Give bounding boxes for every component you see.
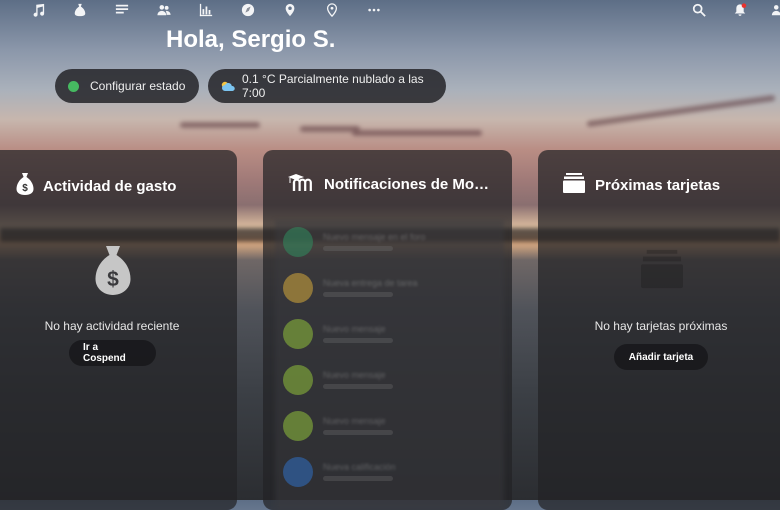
deck-empty-icon <box>639 248 685 295</box>
moodle-icon <box>287 172 315 197</box>
background-cloud <box>352 130 482 136</box>
list-item[interactable]: Nuevo mensaje en el foro <box>275 220 504 266</box>
notification-text: Nuevo mensaje en el foro <box>323 232 426 242</box>
empty-state-text: No hay actividad reciente <box>44 319 180 333</box>
notification-text: Nuevo mensaje <box>323 416 386 426</box>
avatar <box>283 457 313 487</box>
notification-subline <box>323 338 393 343</box>
notes-icon[interactable] <box>114 2 130 18</box>
notification-text: Nuevo mensaje <box>323 370 386 380</box>
list-item[interactable]: Nuevo mensaje <box>275 358 504 404</box>
notification-subline <box>323 246 393 251</box>
widget-header: $ Actividad de gasto <box>16 172 176 201</box>
notification-text: Nueva entrega de tarea <box>323 278 418 288</box>
notification-subline <box>323 384 393 389</box>
background-cloud <box>180 122 260 128</box>
partly-cloudy-icon <box>220 80 236 92</box>
background-cloud <box>586 94 776 128</box>
avatar <box>283 227 313 257</box>
svg-text:$: $ <box>22 183 28 194</box>
music-icon[interactable] <box>30 2 46 18</box>
widget-title: Actividad de gasto <box>43 178 177 195</box>
money-bag-icon[interactable] <box>72 2 88 18</box>
set-status-button[interactable]: Configurar estado <box>55 69 200 103</box>
notifications-icon[interactable] <box>732 2 748 18</box>
spending-activity-widget: $ Actividad de gasto $ No hay actividad … <box>0 150 237 510</box>
go-to-cospend-button[interactable]: Ir a Cospend <box>69 340 156 366</box>
list-item[interactable]: Nueva entrega de tarea <box>275 266 504 312</box>
upcoming-cards-widget: Próximas tarjetas No hay tarjetas próxim… <box>538 150 780 510</box>
notification-text: Nueva calificación <box>323 462 396 472</box>
status-dot <box>68 80 79 92</box>
weather-text: 0.1 °C Parcialmente nublado a las 7:00 <box>242 72 424 100</box>
maps-icon[interactable] <box>324 2 340 18</box>
deck-icon <box>562 172 586 199</box>
weather-button[interactable]: 0.1 °C Parcialmente nublado a las 7:00 <box>208 69 446 103</box>
svg-text:$: $ <box>107 268 119 291</box>
greeting-title: Hola, Sergio S. <box>166 26 336 53</box>
avatar <box>283 411 313 441</box>
notification-subline <box>323 476 393 481</box>
list-item[interactable]: Nueva calificación <box>275 450 504 496</box>
compass-icon[interactable] <box>240 2 256 18</box>
search-icon[interactable] <box>691 2 707 18</box>
top-bar <box>0 0 780 20</box>
contacts-icon[interactable] <box>156 2 172 18</box>
list-item[interactable]: Nuevo mensaje <box>275 312 504 358</box>
map-pin-icon[interactable] <box>282 2 298 18</box>
notification-subline <box>323 292 393 297</box>
list-item[interactable]: Nuevo mensaje <box>275 404 504 450</box>
add-card-button[interactable]: Añadir tarjeta <box>614 344 708 370</box>
background-cloud <box>300 126 360 132</box>
widget-title: Próximas tarjetas <box>595 177 721 194</box>
moodle-notifications-widget: Notificaciones de Mo… Nuevo mensaje en e… <box>263 150 512 510</box>
more-icon[interactable] <box>366 2 382 18</box>
widget-header: Notificaciones de Mo… <box>287 172 489 197</box>
contacts-menu-icon[interactable] <box>770 2 780 18</box>
avatar <box>283 365 313 395</box>
notification-text: Nuevo mensaje <box>323 324 386 334</box>
notification-list: Nuevo mensaje en el foro Nueva entrega d… <box>275 220 504 510</box>
widget-title: Notificaciones de Mo… <box>324 176 490 193</box>
money-bag-empty-icon: $ <box>95 245 131 302</box>
chart-icon[interactable] <box>198 2 214 18</box>
widget-header: Próximas tarjetas <box>562 172 720 199</box>
money-bag-icon: $ <box>16 172 34 201</box>
avatar <box>283 273 313 303</box>
status-label: Configurar estado <box>90 79 186 93</box>
avatar <box>283 319 313 349</box>
empty-state-text: No hay tarjetas próximas <box>594 319 728 333</box>
notification-subline <box>323 430 393 435</box>
